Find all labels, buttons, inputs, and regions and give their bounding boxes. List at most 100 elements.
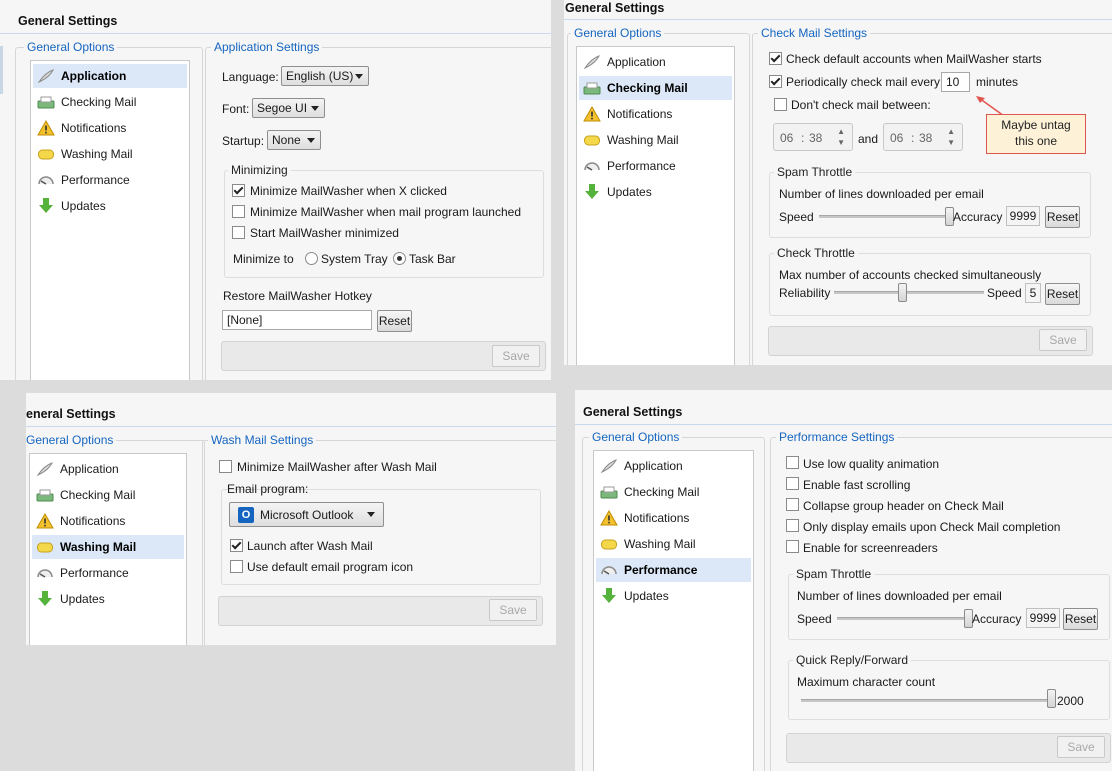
minimize-on-launch-label: Minimize MailWasher when mail program la… xyxy=(250,205,521,219)
spam-reset-button[interactable]: Reset xyxy=(1063,608,1098,630)
dont-check-checkbox[interactable] xyxy=(774,98,787,111)
startup-label: Startup: xyxy=(222,134,265,148)
save-button[interactable]: Save xyxy=(1057,736,1105,758)
feather-icon xyxy=(37,68,55,84)
max-chars-slider-thumb[interactable] xyxy=(1047,689,1056,708)
warning-icon xyxy=(36,512,54,529)
check-throttle-title: Check Throttle xyxy=(774,246,858,260)
check-throttle-box xyxy=(769,253,1091,316)
nav-item-checking-mail[interactable]: Checking Mail xyxy=(33,90,187,114)
nav-item-updates[interactable]: Updates xyxy=(33,194,187,218)
max-chars-value: 2000 xyxy=(1057,694,1084,708)
nav-item-checking-mail[interactable]: Checking Mail xyxy=(579,76,732,100)
annotation-note: Maybe untag this one xyxy=(986,114,1086,154)
nav-label: Checking Mail xyxy=(624,485,700,499)
performance-settings-legend: Performance Settings xyxy=(776,430,898,444)
spam-reset-button[interactable]: Reset xyxy=(1045,206,1080,228)
start-minimized-checkbox[interactable] xyxy=(232,226,245,239)
check-slider-track xyxy=(834,291,984,294)
spin-down-icon[interactable]: ▼ xyxy=(837,138,845,147)
check-default-checkbox[interactable] xyxy=(769,52,782,65)
nav-label: Notifications xyxy=(607,107,673,121)
save-button[interactable]: Save xyxy=(1039,329,1087,351)
minimize-after-wash-checkbox[interactable] xyxy=(219,460,232,473)
task-bar-radio[interactable] xyxy=(393,252,406,265)
check-reset-button[interactable]: Reset xyxy=(1045,283,1080,305)
feather-icon xyxy=(36,461,54,477)
nav-item-performance[interactable]: Performance xyxy=(33,168,187,192)
nav-item-application[interactable]: Application xyxy=(33,64,187,88)
use-default-icon-checkbox[interactable] xyxy=(230,560,243,573)
nav-item-washing-mail[interactable]: Washing Mail xyxy=(579,128,732,152)
nav-item-washing-mail[interactable]: Washing Mail xyxy=(32,535,184,559)
nav-item-notifications[interactable]: Notifications xyxy=(32,509,184,533)
periodically-checkbox[interactable] xyxy=(769,75,782,88)
minimize-after-wash-label: Minimize MailWasher after Wash Mail xyxy=(237,460,437,474)
nav-item-performance[interactable]: Performance xyxy=(596,558,751,582)
spin-up-icon[interactable]: ▲ xyxy=(947,127,955,136)
minimize-on-launch-checkbox[interactable] xyxy=(232,205,245,218)
soap-icon xyxy=(36,539,54,555)
use-default-icon-label: Use default email program icon xyxy=(247,560,414,574)
language-dropdown[interactable]: English (US) xyxy=(281,66,369,86)
minimize-on-close-checkbox[interactable] xyxy=(232,184,245,197)
hotkey-reset-button[interactable]: Reset xyxy=(377,310,412,332)
system-tray-radio[interactable] xyxy=(305,252,318,265)
save-button[interactable]: Save xyxy=(492,345,540,367)
fast-scrolling-checkbox[interactable] xyxy=(786,477,799,490)
font-dropdown[interactable]: Segoe UI xyxy=(252,98,325,118)
spam-desc: Number of lines downloaded per email xyxy=(779,187,984,201)
screenreaders-checkbox[interactable] xyxy=(786,540,799,553)
spin-down-icon[interactable]: ▼ xyxy=(947,138,955,147)
nav-item-updates[interactable]: Updates xyxy=(579,180,732,204)
mail-tray-icon xyxy=(583,80,601,96)
nav-item-washing-mail[interactable]: Washing Mail xyxy=(33,142,187,166)
nav-item-application[interactable]: Application xyxy=(596,454,751,478)
nav-label: Performance xyxy=(624,563,698,577)
nav-label: Checking Mail xyxy=(60,488,136,502)
panel-application: General Settings General Options Applica… xyxy=(0,0,551,380)
nav-item-notifications[interactable]: Notifications xyxy=(596,506,751,530)
launch-after-checkbox[interactable] xyxy=(230,539,243,552)
nav-item-application[interactable]: Application xyxy=(32,457,184,481)
launch-after-label: Launch after Wash Mail xyxy=(247,539,373,553)
nav-item-application[interactable]: Application xyxy=(579,50,732,74)
time-from-picker[interactable]: 06 : 38 ▲ ▼ xyxy=(773,123,853,151)
font-label: Font: xyxy=(222,102,250,116)
startup-dropdown[interactable]: None xyxy=(267,130,321,150)
nav-item-performance[interactable]: Performance xyxy=(32,561,184,585)
task-bar-label: Task Bar xyxy=(409,252,456,266)
speed-label: Speed xyxy=(797,612,832,626)
reliability-label: Reliability xyxy=(779,286,831,300)
nav-item-checking-mail[interactable]: Checking Mail xyxy=(596,480,751,504)
save-button[interactable]: Save xyxy=(489,599,537,621)
hotkey-input[interactable]: [None] xyxy=(222,310,372,330)
nav-item-checking-mail[interactable]: Checking Mail xyxy=(32,483,184,507)
window-title: General Settings xyxy=(565,1,665,15)
chevron-down-icon xyxy=(355,74,363,79)
only-display-checkbox[interactable] xyxy=(786,519,799,532)
minutes-label: minutes xyxy=(976,75,1019,89)
spin-up-icon[interactable]: ▲ xyxy=(837,127,845,136)
collapse-header-checkbox[interactable] xyxy=(786,498,799,511)
interval-input[interactable]: 10 xyxy=(941,72,970,92)
nav-label: Performance xyxy=(60,566,129,580)
download-arrow-icon xyxy=(36,591,54,607)
nav-list: Application Checking Mail Notifications … xyxy=(29,453,187,645)
email-program-dropdown[interactable]: O Microsoft Outlook xyxy=(229,502,384,527)
nav-item-notifications[interactable]: Notifications xyxy=(579,102,732,126)
collapse-header-label: Collapse group header on Check Mail xyxy=(803,499,1004,513)
nav-item-updates[interactable]: Updates xyxy=(596,584,751,608)
spam-slider-track xyxy=(837,617,971,620)
nav-item-performance[interactable]: Performance xyxy=(579,154,732,178)
system-tray-label: System Tray xyxy=(321,252,388,266)
low-quality-checkbox[interactable] xyxy=(786,456,799,469)
check-value: 5 xyxy=(1025,283,1041,303)
time-to-picker[interactable]: 06 : 38 ▲ ▼ xyxy=(883,123,963,151)
nav-item-updates[interactable]: Updates xyxy=(32,587,184,611)
nav-item-washing-mail[interactable]: Washing Mail xyxy=(596,532,751,556)
window-title: General Settings xyxy=(18,14,118,28)
nav-item-notifications[interactable]: Notifications xyxy=(33,116,187,140)
check-slider-thumb[interactable] xyxy=(897,283,907,302)
nav-list: Application Checking Mail Notifications … xyxy=(593,450,754,771)
